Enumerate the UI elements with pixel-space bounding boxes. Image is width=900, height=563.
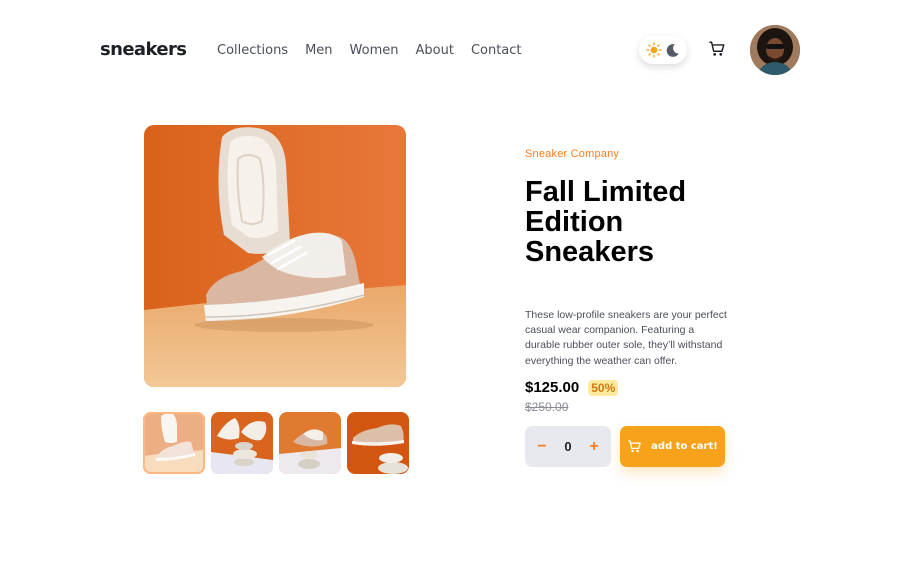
site-logo[interactable]: sneakers xyxy=(100,39,187,60)
nav-link-collections[interactable]: Collections xyxy=(217,43,288,58)
main-nav: Collections Men Women About Contact xyxy=(217,43,522,58)
avatar[interactable] xyxy=(750,25,800,75)
thumbnail-2[interactable] xyxy=(211,412,273,474)
current-price: $125.00 xyxy=(525,379,580,396)
increment-button[interactable]: + xyxy=(587,438,601,456)
original-price: $250.00 xyxy=(525,400,569,414)
moon-icon xyxy=(666,43,679,57)
add-to-cart-button[interactable]: add to cart! xyxy=(620,426,725,467)
nav-link-about[interactable]: About xyxy=(416,43,454,58)
thumbnail-1[interactable] xyxy=(143,412,205,474)
cart-icon xyxy=(709,41,725,56)
quantity-value: 0 xyxy=(564,439,572,454)
thumbnail-3[interactable] xyxy=(279,412,341,474)
discount-badge: 50% xyxy=(588,379,619,396)
nav-link-women[interactable]: Women xyxy=(350,43,399,58)
main-product-image[interactable] xyxy=(144,125,406,387)
nav-link-contact[interactable]: Contact xyxy=(471,43,522,58)
cart-icon xyxy=(628,440,641,453)
company-name: Sneaker Company xyxy=(525,148,620,160)
add-to-cart-label: add to cart! xyxy=(651,441,718,452)
product-title: Fall Limited Edition Sneakers xyxy=(525,176,687,268)
nav-link-men[interactable]: Men xyxy=(305,43,332,58)
price-row: $125.00 50% xyxy=(525,379,619,396)
decrement-button[interactable]: − xyxy=(535,438,549,456)
thumbnail-4[interactable] xyxy=(347,412,409,474)
product-description: These low-profile sneakers are your perf… xyxy=(525,309,727,367)
sun-icon xyxy=(646,42,662,58)
cart-button[interactable] xyxy=(708,40,728,60)
quantity-stepper: − 0 + xyxy=(525,426,611,467)
theme-toggle[interactable] xyxy=(639,36,687,64)
thumbnail-strip xyxy=(143,412,409,474)
